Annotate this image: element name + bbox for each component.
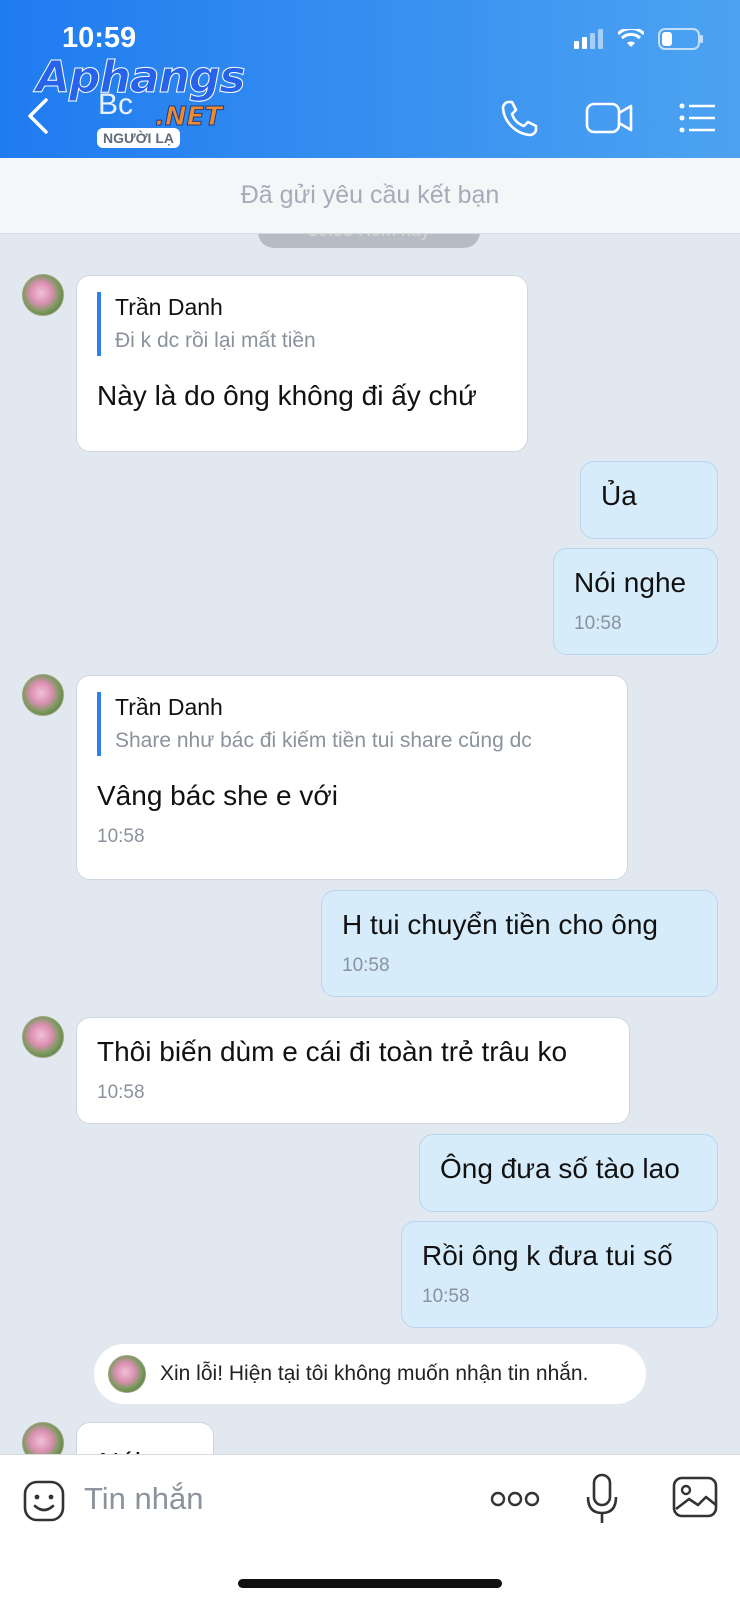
quote-sender: Trần Danh <box>115 694 223 720</box>
message-text: Ông đưa số tào lao <box>440 1153 680 1184</box>
message-bubble-received[interactable]: Trần Danh Share như bác đi kiếm tiền tui… <box>76 675 628 880</box>
quoted-message[interactable]: Trần Danh Share như bác đi kiếm tiền tui… <box>97 692 607 756</box>
watermark-text: Aphangs <box>36 52 247 104</box>
message-time: 10:58 <box>574 613 622 634</box>
message-time: 10:58 <box>97 1082 145 1103</box>
phone-icon[interactable] <box>498 96 542 140</box>
battery-icon <box>658 28 703 50</box>
avatar[interactable] <box>22 1016 64 1058</box>
quote-text: Share như bác đi kiếm tiền tui share cũn… <box>115 729 532 752</box>
message-time: 10:58 <box>422 1286 470 1307</box>
message-text: H tui chuyển tiền cho ông <box>342 909 658 940</box>
system-note-text: Xin lỗi! Hiện tại tôi không muốn nhận ti… <box>160 1362 589 1385</box>
signal-icon <box>574 29 603 49</box>
emoji-icon[interactable] <box>22 1479 66 1523</box>
message-bubble-received[interactable]: Trần Danh Đi k dc rồi lại mất tiền Này l… <box>76 275 528 452</box>
message-time: 10:58 <box>342 955 390 976</box>
quoted-message[interactable]: Trần Danh Đi k dc rồi lại mất tiền <box>97 292 507 356</box>
message-time: 10:58 <box>97 826 145 847</box>
message-text: Này là do ông không đi ấy chứ <box>97 380 477 411</box>
message-input-bar: Tin nhắn <box>0 1454 740 1600</box>
wifi-icon <box>618 29 644 47</box>
friend-request-text: Đã gửi yêu cầu kết bạn <box>240 181 500 209</box>
message-bubble-sent[interactable]: Ủa <box>580 461 718 539</box>
avatar[interactable] <box>22 674 64 716</box>
status-time: 10:59 <box>62 22 137 54</box>
watermark-logo: Aphangs <box>36 52 247 104</box>
message-text: Nói nghe <box>574 567 687 598</box>
status-icons <box>574 28 704 50</box>
video-call-icon[interactable] <box>584 96 636 140</box>
microphone-icon[interactable] <box>584 1473 620 1525</box>
message-bubble-sent[interactable]: Ông đưa số tào lao <box>419 1134 718 1212</box>
avatar <box>108 1355 146 1393</box>
message-bubble-sent[interactable]: Rồi ông k đưa tui số 10:58 <box>401 1221 718 1328</box>
home-indicator[interactable] <box>238 1579 502 1588</box>
system-note: Xin lỗi! Hiện tại tôi không muốn nhận ti… <box>94 1344 646 1404</box>
friend-request-status: Đã gửi yêu cầu kết bạn <box>0 158 740 234</box>
menu-list-icon[interactable] <box>678 96 718 140</box>
avatar[interactable] <box>22 274 64 316</box>
watermark-suffix: .NET <box>154 102 223 133</box>
more-icon[interactable] <box>490 1489 540 1509</box>
chat-header: 10:59 Bc NGƯỜI LẠ Aphangs .NET <box>0 0 740 158</box>
image-icon[interactable] <box>672 1475 718 1519</box>
message-bubble-sent[interactable]: Nói nghe 10:58 <box>553 548 718 655</box>
message-text: Rồi ông k đưa tui số <box>422 1240 673 1271</box>
message-text: Thôi biến dùm e cái đi toàn trẻ trâu ko <box>97 1036 568 1067</box>
quote-text: Đi k dc rồi lại mất tiền <box>115 329 316 352</box>
message-bubble-sent[interactable]: H tui chuyển tiền cho ông 10:58 <box>321 890 718 997</box>
quote-sender: Trần Danh <box>115 294 223 320</box>
message-bubble-received[interactable]: Thôi biến dùm e cái đi toàn trẻ trâu ko … <box>76 1017 630 1124</box>
message-input[interactable]: Tin nhắn <box>84 1481 204 1517</box>
message-text: Vâng bác she e với <box>97 780 338 811</box>
message-text: Ủa <box>601 480 637 511</box>
